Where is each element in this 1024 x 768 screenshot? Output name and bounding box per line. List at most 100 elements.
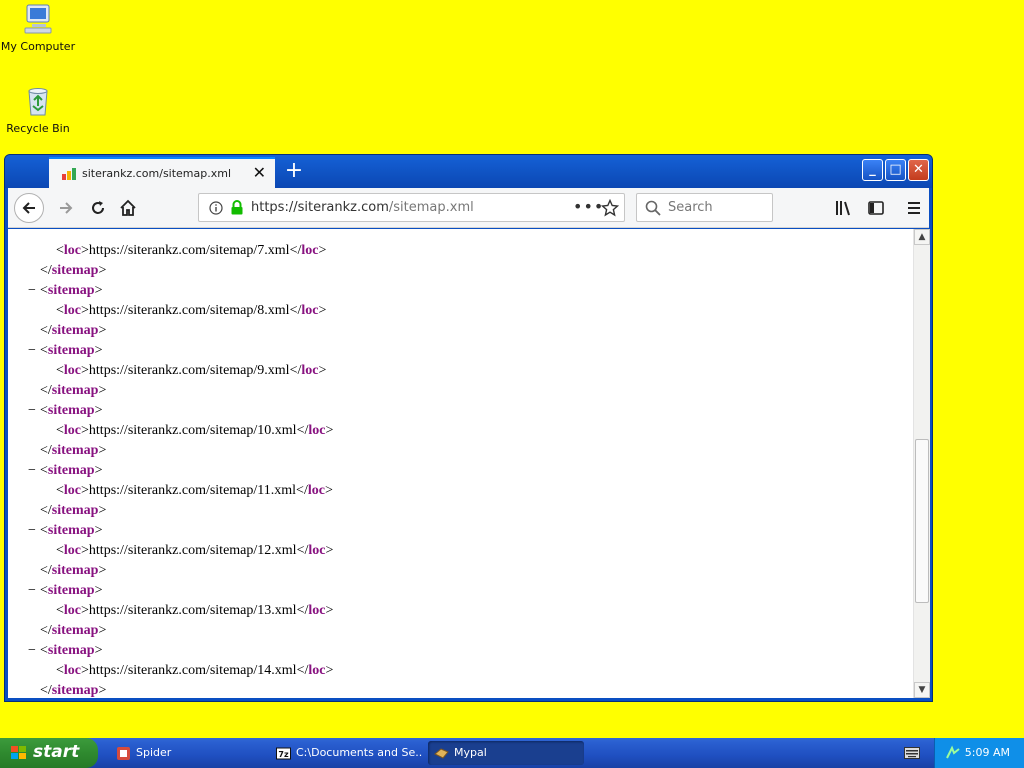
xml-tag-name: loc xyxy=(63,243,82,258)
xml-line: − <sitemap> xyxy=(8,461,913,481)
xml-tag-name: loc xyxy=(308,423,326,438)
windows-logo-icon xyxy=(11,746,26,759)
collapse-toggle[interactable]: − xyxy=(28,281,36,301)
taskbar-item-spider[interactable]: Spider xyxy=(110,741,264,765)
xml-tag-name: sitemap xyxy=(51,683,99,698)
my-computer-icon xyxy=(24,4,52,34)
taskbar: start Spider 7z C:\Documents and Se... M… xyxy=(0,738,1024,768)
home-button[interactable] xyxy=(114,194,142,222)
scroll-up-icon[interactable]: ▲ xyxy=(914,229,930,245)
xml-tag-name: sitemap xyxy=(47,403,95,418)
xml-loc-value: https://siterankz.com/sitemap/8.xml xyxy=(88,303,290,318)
xml-loc-value: https://siterankz.com/sitemap/10.xml xyxy=(88,423,297,438)
taskbar-item-7zip[interactable]: 7z C:\Documents and Se... xyxy=(270,741,422,765)
task-label: C:\Documents and Se... xyxy=(296,746,422,759)
xml-loc-value: https://siterankz.com/sitemap/14.xml xyxy=(88,663,297,678)
xml-tag-name: loc xyxy=(63,363,82,378)
xml-tag-name: loc xyxy=(63,483,82,498)
navigation-toolbar: https://siterankz.com/sitemap.xml ••• Se… xyxy=(8,188,929,228)
collapse-toggle[interactable]: − xyxy=(28,461,36,481)
xml-tag-name: loc xyxy=(63,423,82,438)
maximize-button[interactable]: □ xyxy=(885,159,906,181)
menu-icon[interactable] xyxy=(906,201,922,215)
xml-loc-value: https://siterankz.com/sitemap/11.xml xyxy=(88,483,297,498)
start-button[interactable]: start xyxy=(0,738,98,768)
mypal-app-icon xyxy=(434,748,449,759)
url-path: /sitemap.xml xyxy=(388,200,474,215)
xml-loc-value: https://siterankz.com/sitemap/7.xml xyxy=(88,243,290,258)
back-button[interactable] xyxy=(14,193,44,223)
xml-line: </sitemap> xyxy=(40,323,107,338)
xml-line: − <sitemap> xyxy=(8,281,913,301)
desktop-icon-label: Recycle Bin xyxy=(6,122,70,135)
forward-button[interactable] xyxy=(52,194,80,222)
collapse-toggle[interactable]: − xyxy=(28,641,36,661)
xml-line-partial xyxy=(8,229,913,241)
taskbar-item-mypal[interactable]: Mypal xyxy=(428,741,584,765)
collapse-toggle[interactable]: − xyxy=(28,341,36,361)
xml-line: <loc>https://siterankz.com/sitemap/14.xm… xyxy=(56,663,334,678)
reload-icon xyxy=(92,201,104,214)
xml-line: <loc>https://siterankz.com/sitemap/10.xm… xyxy=(56,423,334,438)
xml-line: </sitemap> xyxy=(40,563,107,578)
recycle-bin-icon xyxy=(28,88,48,116)
xml-tag-name: loc xyxy=(301,363,319,378)
xml-tag-name: sitemap xyxy=(47,463,95,478)
xml-tag-name: loc xyxy=(307,483,325,498)
xml-tag-name: loc xyxy=(301,243,319,258)
xml-tag-name: loc xyxy=(63,603,82,618)
xml-line: − <sitemap> xyxy=(8,401,913,421)
xml-line: </sitemap> xyxy=(40,443,107,458)
home-icon xyxy=(120,199,136,216)
collapse-toggle[interactable]: − xyxy=(28,581,36,601)
keyboard-icon[interactable] xyxy=(904,747,920,759)
tab-sitemap[interactable]: siterankz.com/sitemap.xml ✕ xyxy=(49,157,275,188)
xml-tag-name: loc xyxy=(63,663,82,678)
page-actions-icon[interactable]: ••• xyxy=(573,197,604,216)
vertical-scrollbar[interactable]: ▲ ▼ xyxy=(913,229,930,698)
close-window-button[interactable]: ✕ xyxy=(908,159,929,181)
7zip-icon: 7z xyxy=(276,747,291,760)
xml-view: <loc>https://siterankz.com/sitemap/7.xml… xyxy=(8,229,913,698)
xml-tag-name: sitemap xyxy=(51,323,99,338)
xml-line: </sitemap> xyxy=(40,263,107,278)
back-icon xyxy=(22,202,35,214)
clock: 5:09 AM xyxy=(964,746,1010,759)
xml-tag-name: loc xyxy=(308,543,326,558)
network-icon[interactable] xyxy=(945,745,961,761)
xml-tag-name: sitemap xyxy=(47,643,95,658)
bookmark-star-icon[interactable] xyxy=(601,199,619,217)
desktop-icon-my-computer[interactable]: My Computer xyxy=(0,2,76,53)
sidebar-icon[interactable] xyxy=(868,201,884,215)
xml-line: − <sitemap> xyxy=(8,581,913,601)
library-icon[interactable] xyxy=(835,200,853,216)
xml-loc-value: https://siterankz.com/sitemap/13.xml xyxy=(88,603,297,618)
xml-tag-name: loc xyxy=(301,303,319,318)
xml-line: − <sitemap> xyxy=(8,641,913,661)
xml-tag-name: loc xyxy=(308,663,326,678)
page-content: <loc>https://siterankz.com/sitemap/7.xml… xyxy=(8,229,913,698)
xml-tag-name: loc xyxy=(63,303,82,318)
xml-line: <loc>https://siterankz.com/sitemap/11.xm… xyxy=(56,483,333,498)
svg-text:7z: 7z xyxy=(278,750,289,759)
minimize-button[interactable]: _ xyxy=(862,159,883,181)
scroll-down-icon[interactable]: ▼ xyxy=(914,682,930,698)
xml-line: </sitemap> xyxy=(40,683,107,698)
title-bar: siterankz.com/sitemap.xml ✕ + _ □ ✕ xyxy=(5,155,932,188)
xml-line: <loc>https://siterankz.com/sitemap/8.xml… xyxy=(56,303,327,318)
xml-line: <loc>https://siterankz.com/sitemap/13.xm… xyxy=(56,603,334,618)
xml-line: <loc>https://siterankz.com/sitemap/9.xml… xyxy=(56,363,327,378)
new-tab-button[interactable]: + xyxy=(281,157,307,185)
system-tray: 5:09 AM xyxy=(934,738,1024,768)
tab-close-icon[interactable]: ✕ xyxy=(253,163,266,182)
xml-tag-name: sitemap xyxy=(51,563,99,578)
reload-button[interactable] xyxy=(84,194,112,222)
url-bar[interactable]: https://siterankz.com/sitemap.xml ••• xyxy=(198,193,625,222)
collapse-toggle[interactable]: − xyxy=(28,521,36,541)
xml-tag-name: sitemap xyxy=(47,343,95,358)
search-bar[interactable]: Search xyxy=(636,193,773,222)
scroll-thumb[interactable] xyxy=(915,439,929,603)
desktop-icon-recycle-bin[interactable]: Recycle Bin xyxy=(0,84,76,135)
collapse-toggle[interactable]: − xyxy=(28,401,36,421)
xml-line: <loc>https://siterankz.com/sitemap/7.xml… xyxy=(56,243,327,258)
